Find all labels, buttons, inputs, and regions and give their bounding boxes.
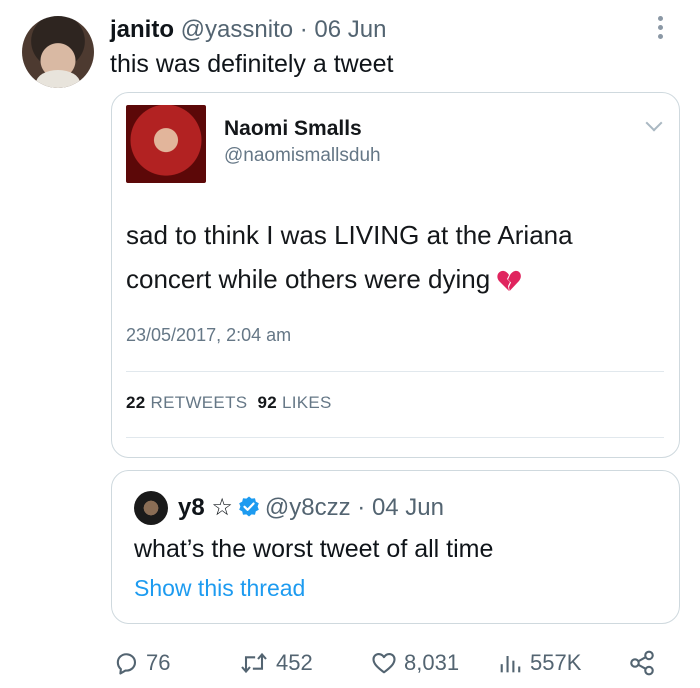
reply-icon	[116, 653, 137, 675]
views-icon	[500, 656, 521, 673]
embedded-timestamp: 23/05/2017, 2:04 am	[126, 325, 292, 345]
action-bar: 76 452 8,031 557K	[112, 646, 672, 680]
embedded-text: sad to think I was LIVING at the Ariana …	[126, 213, 646, 301]
divider	[126, 371, 664, 372]
quoted-avatar	[134, 491, 168, 525]
embedded-retweets-label: RETWEETS	[150, 393, 248, 412]
like-button[interactable]: 8,031	[370, 646, 459, 680]
verified-icon	[239, 496, 259, 517]
retweet-button[interactable]: 452	[238, 646, 313, 680]
embedded-name: Naomi Smalls	[224, 117, 362, 140]
quoted-name: y8 ☆	[178, 494, 233, 521]
quoted-text: what’s the worst tweet of all time	[134, 535, 494, 563]
quoted-date-separator: ·	[350, 494, 372, 521]
chevron-down-icon	[645, 114, 663, 132]
embedded-likes-count: 92	[257, 393, 277, 412]
reply-button[interactable]: 76	[112, 646, 170, 680]
views-count: 557K	[530, 650, 582, 675]
embedded-avatar	[126, 105, 206, 183]
more-options-icon[interactable]	[650, 12, 670, 44]
embedded-handle: @naomismallsduh	[224, 145, 381, 166]
author-name[interactable]: janito	[110, 16, 174, 43]
retweet-count: 452	[276, 650, 313, 675]
embedded-likes-label: LIKES	[282, 393, 332, 412]
quoted-date: 04 Jun	[371, 494, 444, 521]
date-separator: ·	[293, 16, 315, 43]
retweet-icon	[241, 652, 267, 674]
broken-heart-icon	[497, 271, 522, 292]
share-button[interactable]	[628, 646, 662, 680]
divider	[126, 437, 664, 438]
share-icon	[630, 650, 654, 676]
tweet-text: this was definitely a tweet	[110, 50, 394, 78]
tweet-header: janito @yassnito · 06 Jun	[110, 14, 386, 46]
embedded-tweet-image[interactable]: Naomi Smalls @naomismallsduh sad to thin…	[111, 92, 680, 458]
embedded-stats: 22 RETWEETS 92 LIKES	[126, 393, 332, 413]
views-button[interactable]: 557K	[496, 646, 581, 680]
quoted-handle: @y8czz	[264, 494, 351, 521]
like-count: 8,031	[404, 650, 460, 675]
heart-icon	[372, 652, 396, 674]
tweet-date[interactable]: 06 Jun	[314, 16, 386, 43]
show-thread-link[interactable]: Show this thread	[134, 575, 305, 602]
quoted-tweet[interactable]: y8 ☆ @y8czz · 04 Jun what’s the worst twe…	[111, 470, 680, 624]
reply-count: 76	[146, 650, 171, 675]
embedded-retweets-count: 22	[126, 393, 146, 412]
user-avatar[interactable]	[22, 16, 94, 88]
quoted-header: y8 ☆ @y8czz · 04 Jun	[178, 491, 444, 525]
author-handle[interactable]: @yassnito	[181, 16, 293, 43]
